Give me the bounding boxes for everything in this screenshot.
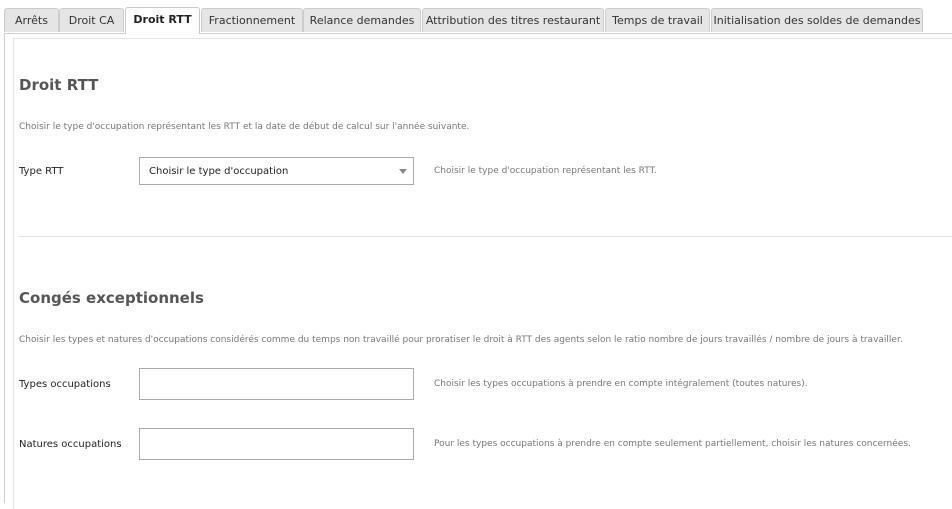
types-occupations-help: Choisir les types occupations à prendre … [434,379,808,389]
section-divider [18,236,952,237]
tab-droit-rtt[interactable]: Droit RTT [125,7,200,34]
section-title-droit-rtt: Droit RTT [19,76,99,94]
tab-attribution-titres-restaurant[interactable]: Attribution des titres restaurant [422,8,604,32]
chevron-down-icon [399,169,407,174]
types-occupations-label: Types occupations [19,379,111,390]
tab-temps-de-travail[interactable]: Temps de travail [605,8,710,32]
type-rtt-help: Choisir le type d'occupation représentan… [434,166,657,176]
type-rtt-label: Type RTT [19,166,64,177]
section-title-conges-exceptionnels: Congés exceptionnels [19,289,204,307]
tab-arrets[interactable]: Arrêts [4,8,59,32]
tab-relance-demandes[interactable]: Relance demandes [303,8,421,32]
natures-occupations-label: Natures occupations [19,439,122,450]
tab-droit-ca[interactable]: Droit CA [59,8,124,32]
natures-occupations-help: Pour les types occupations à prendre en … [434,439,911,449]
tab-fractionnement[interactable]: Fractionnement [201,8,303,32]
section-description-conges: Choisir les types et natures d'occupatio… [19,335,903,345]
tab-bar: Arrêts Droit CA Droit RTT Fractionnement… [0,0,952,34]
tab-initialisation-soldes[interactable]: Initialisation des soldes de demandes [711,8,923,32]
type-rtt-selected-value: Choisir le type d'occupation [149,166,289,177]
natures-occupations-input[interactable] [139,428,414,460]
section-description-droit-rtt: Choisir le type d'occupation représentan… [19,122,470,132]
type-rtt-select[interactable]: Choisir le type d'occupation [139,157,414,185]
types-occupations-input[interactable] [139,368,414,400]
